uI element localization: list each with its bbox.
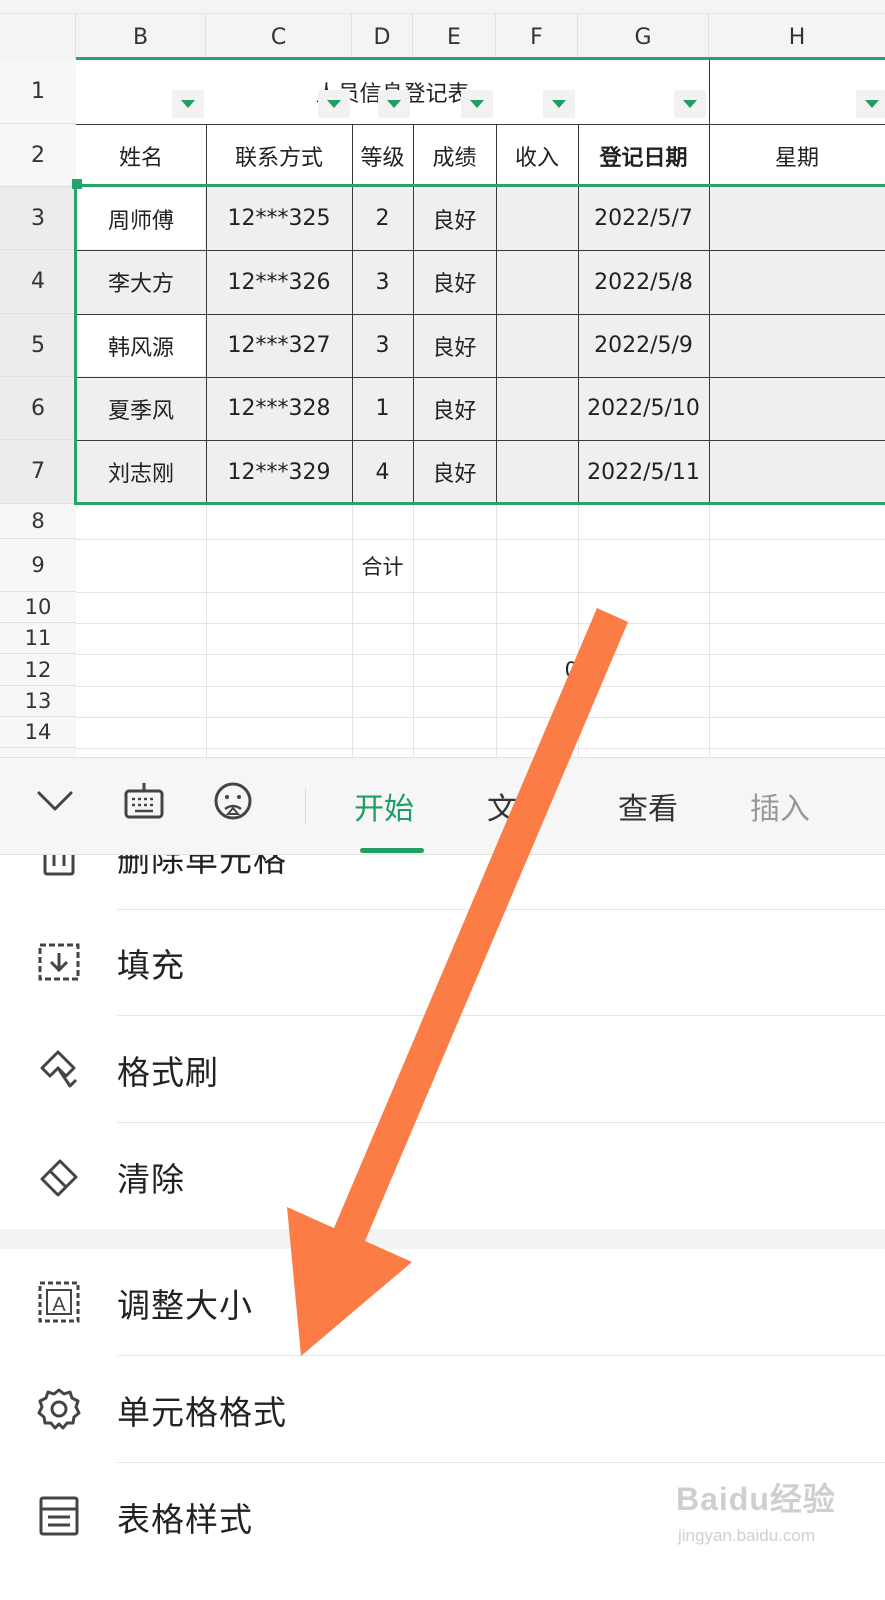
tab-insert[interactable]: 插入 <box>750 784 810 828</box>
table-style-icon <box>34 1491 84 1541</box>
menu-label: 调整大小 <box>117 1286 253 1325</box>
total-label[interactable]: 合计 <box>352 539 413 592</box>
header-cell-weekday[interactable]: 星期 <box>709 124 885 187</box>
header-cell-date[interactable]: 登记日期 <box>578 124 709 187</box>
header-cell-score[interactable]: 成绩 <box>413 124 496 187</box>
row-header-14[interactable]: 14 <box>0 717 76 748</box>
screen: B C D E F G H 1 2 3 4 5 6 7 8 9 10 11 12… <box>0 0 885 1600</box>
active-tab-indicator <box>360 848 424 853</box>
menu-item-resize[interactable]: A 调整大小 <box>0 1249 885 1356</box>
column-header-f[interactable]: F <box>496 14 578 60</box>
header-cell-name[interactable]: 姓名 <box>76 124 206 187</box>
row-header-4[interactable]: 4 <box>0 250 76 314</box>
menu-item-format-painter[interactable]: 格式刷 <box>0 1016 885 1123</box>
filter-dropdown-icon[interactable] <box>856 90 885 118</box>
filter-dropdown-icon[interactable] <box>318 90 350 118</box>
spreadsheet-grid[interactable]: B C D E F G H 1 2 3 4 5 6 7 8 9 10 11 12… <box>0 0 885 772</box>
row-header-8[interactable]: 8 <box>0 504 76 539</box>
menu-label: 清除 <box>117 1160 185 1199</box>
column-selection-indicator <box>76 57 885 60</box>
column-header-h[interactable]: H <box>709 14 885 60</box>
row-header-9[interactable]: 9 <box>0 539 76 592</box>
row-header-5[interactable]: 5 <box>0 314 76 377</box>
menu-label: 表格样式 <box>117 1500 253 1539</box>
menu-label: 删除单元格 <box>117 855 287 879</box>
column-header-e[interactable]: E <box>413 14 496 60</box>
menu-item-fill[interactable]: 填充 <box>0 909 885 1016</box>
baidu-watermark: Baidu经验 jingyan.baidu.com <box>676 1474 866 1564</box>
toolbar-divider <box>305 788 306 824</box>
gear-icon <box>34 1384 84 1434</box>
menu-item-delete-cells[interactable]: 删除单元格 <box>0 855 885 910</box>
row-header-7[interactable]: 7 <box>0 440 76 504</box>
row-header-3[interactable]: 3 <box>0 187 76 250</box>
tab-view[interactable]: 查看 <box>618 784 678 828</box>
keyboard-icon[interactable] <box>119 776 169 826</box>
top-strip <box>0 0 885 14</box>
tab-file[interactable]: 文件 <box>487 784 547 828</box>
column-header-b[interactable]: B <box>76 14 206 60</box>
row-header-11[interactable]: 11 <box>0 623 76 654</box>
watermark-sub: jingyan.baidu.com <box>678 1526 816 1545</box>
menu-item-cell-format[interactable]: 单元格格式 <box>0 1356 885 1463</box>
header-cell-level[interactable]: 等级 <box>352 124 413 187</box>
filter-dropdown-icon[interactable] <box>461 90 493 118</box>
fill-icon <box>34 937 84 987</box>
format-painter-icon <box>34 1044 84 1094</box>
row-header-10[interactable]: 10 <box>0 592 76 623</box>
header-cell-income[interactable]: 收入 <box>496 124 578 187</box>
tab-start[interactable]: 开始 <box>354 784 414 828</box>
filter-dropdown-icon[interactable] <box>172 90 204 118</box>
row-header-12[interactable]: 12 <box>0 654 76 686</box>
svg-text:A: A <box>52 1294 66 1316</box>
row-header-2[interactable]: 2 <box>0 124 76 187</box>
trash-icon <box>34 855 84 881</box>
collapse-chevron-icon[interactable] <box>30 776 80 826</box>
filter-dropdown-icon[interactable] <box>378 90 410 118</box>
menu-label: 填充 <box>117 946 185 985</box>
menu-label: 格式刷 <box>117 1053 219 1092</box>
total-value[interactable]: 0 <box>540 654 578 686</box>
menu-item-clear[interactable]: 清除 <box>0 1123 885 1230</box>
corner-select-all[interactable] <box>0 14 76 60</box>
selection-handle[interactable] <box>72 179 82 189</box>
menu-label: 单元格格式 <box>117 1393 287 1432</box>
row-header-1[interactable]: 1 <box>0 60 76 124</box>
header-cell-contact[interactable]: 联系方式 <box>206 124 352 187</box>
filter-dropdown-icon[interactable] <box>674 90 706 118</box>
row-header-13[interactable]: 13 <box>0 686 76 717</box>
eraser-icon <box>34 1151 84 1201</box>
watermark-main: Baidu经验 <box>676 1481 836 1517</box>
emoji-icon[interactable] <box>208 776 258 826</box>
column-header-d[interactable]: D <box>352 14 413 60</box>
column-header-g[interactable]: G <box>578 14 709 60</box>
resize-icon: A <box>34 1277 84 1327</box>
column-header-c[interactable]: C <box>206 14 352 60</box>
filter-dropdown-icon[interactable] <box>543 90 575 118</box>
selection-range-border <box>74 184 885 505</box>
menu-group-separator <box>0 1229 885 1249</box>
bottom-toolbar: 开始 文件 查看 插入 <box>0 757 885 855</box>
row-header-6[interactable]: 6 <box>0 377 76 440</box>
